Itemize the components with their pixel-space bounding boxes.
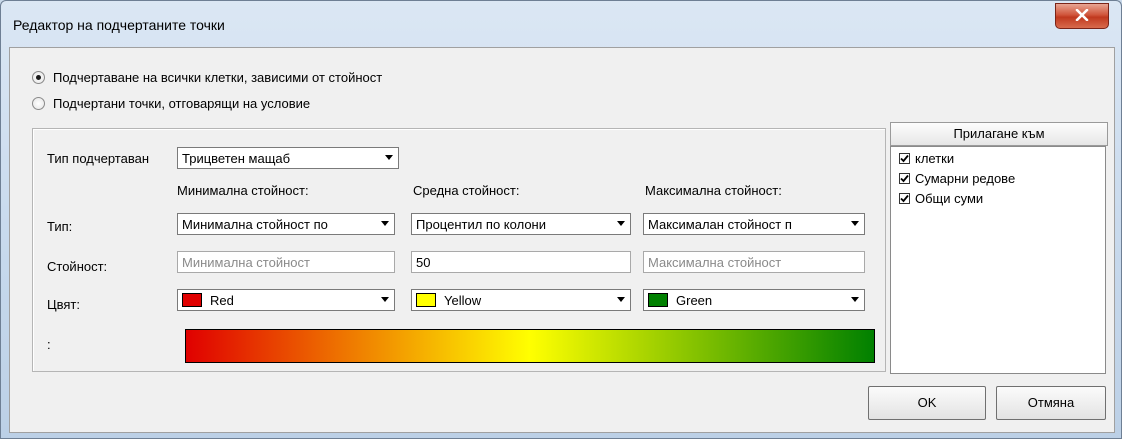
max-color-name: Green [676, 293, 713, 308]
close-button[interactable] [1055, 3, 1109, 29]
radio-button-unselected[interactable] [32, 97, 45, 110]
chevron-down-icon[interactable] [380, 148, 398, 168]
min-type-value: Минимална стойност по [182, 217, 328, 232]
dialog-window: Редактор на подчертаните точки Подчертав… [0, 0, 1122, 439]
mid-type-select[interactable]: Процентил по колони [411, 213, 631, 235]
min-color-name: Red [210, 293, 234, 308]
mid-color-select[interactable]: Yellow [411, 289, 631, 311]
apply-to-list: клетки Сумарни редове Общи суми [890, 146, 1106, 374]
apply-to-panel: Прилагане към клетки Сумарни редове Общи… [890, 122, 1108, 376]
min-color-swatch [182, 293, 202, 307]
checkbox-subtotal-rows-label: Сумарни редове [915, 171, 1016, 186]
mid-type-value: Процентил по колони [416, 217, 546, 232]
format-type-label: Тип подчертаван [47, 151, 150, 166]
chevron-down-icon[interactable] [376, 214, 394, 234]
radio-condition[interactable]: Подчертани точки, отговарящи на условие [32, 96, 310, 111]
mid-color-name: Yellow [444, 293, 482, 308]
format-group: Тип подчертаван Трицветен мащаб Минималн… [32, 128, 886, 372]
min-value-input[interactable]: Минимална стойност [177, 251, 395, 273]
min-color-select[interactable]: Red [177, 289, 395, 311]
chevron-down-icon[interactable] [846, 290, 864, 310]
checkbox-subtotal-rows[interactable] [899, 173, 910, 184]
checkbox-grand-totals-label: Общи суми [915, 191, 984, 206]
radio-all-cells[interactable]: Подчертаване на всички клетки, зависими … [32, 70, 382, 85]
chevron-down-icon[interactable] [612, 214, 630, 234]
radio-condition-label: Подчертани точки, отговарящи на условие [53, 96, 311, 111]
title-bar[interactable]: Редактор на подчертаните точки [1, 1, 1121, 47]
min-type-select[interactable]: Минимална стойност по [177, 213, 395, 235]
max-color-select[interactable]: Green [643, 289, 865, 311]
radio-all-cells-label: Подчертаване на всички клетки, зависими … [53, 70, 383, 85]
close-icon [1075, 8, 1089, 24]
type-row-label: Тип: [47, 219, 73, 234]
max-type-select[interactable]: Максималан стойност п [643, 213, 865, 235]
dialog-body: Подчертаване на всички клетки, зависими … [9, 47, 1115, 433]
min-column-header: Минимална стойност: [177, 183, 309, 198]
format-type-select[interactable]: Трицветен мащаб [177, 147, 399, 169]
apply-to-header[interactable]: Прилагане към [890, 122, 1108, 146]
max-type-value: Максималан стойност п [648, 217, 792, 232]
max-value-input[interactable]: Максимална стойност [643, 251, 865, 273]
ok-button[interactable]: OK [868, 386, 986, 420]
list-item[interactable]: Общи суми [899, 191, 983, 206]
max-column-header: Максимална стойност: [645, 183, 782, 198]
list-item[interactable]: клетки [899, 151, 954, 166]
value-row-label: Стойност: [47, 259, 108, 274]
mid-color-swatch [416, 293, 436, 307]
list-item[interactable]: Сумарни редове [899, 171, 1015, 186]
chevron-down-icon[interactable] [846, 214, 864, 234]
checkbox-grand-totals[interactable] [899, 193, 910, 204]
checkbox-cells[interactable] [899, 153, 910, 164]
color-row-label: Цвят: [47, 297, 80, 312]
mid-value-input[interactable]: 50 [411, 251, 631, 273]
mid-column-header: Средна стойност: [413, 183, 520, 198]
radio-button-selected[interactable] [32, 71, 45, 84]
preview-row-label: : [47, 337, 51, 352]
max-color-swatch [648, 293, 668, 307]
format-type-value: Трицветен мащаб [182, 151, 291, 166]
checkbox-cells-label: клетки [915, 151, 955, 166]
chevron-down-icon[interactable] [376, 290, 394, 310]
chevron-down-icon[interactable] [612, 290, 630, 310]
color-scale-preview [185, 329, 875, 363]
cancel-button[interactable]: Отмяна [996, 386, 1106, 420]
dialog-title: Редактор на подчертаните точки [13, 17, 225, 33]
